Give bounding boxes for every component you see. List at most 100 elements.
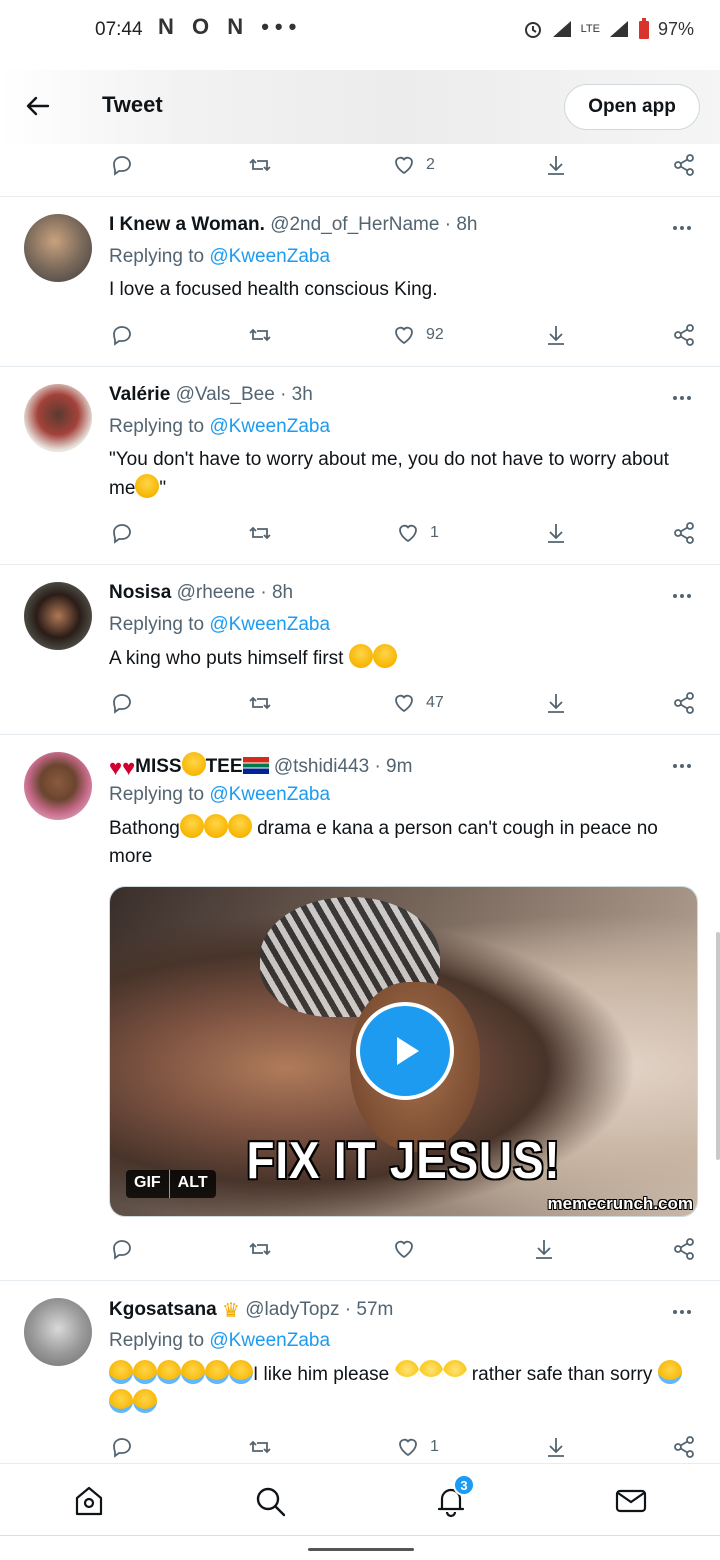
mention-link[interactable]: @KweenZaba <box>209 1330 330 1351</box>
like-icon <box>395 326 413 345</box>
share-button[interactable] <box>672 320 696 350</box>
share-button[interactable] <box>672 1432 696 1462</box>
mask-emoji-icon <box>394 1360 419 1384</box>
tears-of-joy-emoji-icon <box>657 1360 682 1384</box>
home-icon[interactable] <box>72 1484 106 1518</box>
tweet-header-line: I Knew a Woman. @2nd_of_HerName · 8h <box>109 214 477 236</box>
author-name[interactable]: MISS <box>135 756 181 777</box>
heart-emoji-icon: ♥ <box>122 755 136 780</box>
smiling-hearts-emoji-icon <box>181 752 206 776</box>
download-button[interactable] <box>544 688 568 718</box>
avatar[interactable] <box>24 384 92 452</box>
like-button[interactable]: 47 <box>392 688 444 718</box>
mention-link[interactable]: @KweenZaba <box>209 246 330 267</box>
share-button[interactable] <box>672 518 696 548</box>
author-handle[interactable]: @rheene <box>177 582 255 603</box>
reply-button[interactable] <box>110 320 134 350</box>
rofl-emoji-icon <box>203 814 228 838</box>
tweet-time: 3h <box>291 384 313 405</box>
download-button[interactable] <box>544 320 568 350</box>
reply-button[interactable] <box>110 150 134 180</box>
download-icon <box>548 524 564 543</box>
tweet-actions: 47 <box>110 688 700 718</box>
gif-media[interactable]: FIX IT JESUS! memecrunch.com GIF ALT <box>109 886 698 1217</box>
rofl-emoji-icon <box>179 814 204 838</box>
tears-of-joy-emoji-icon <box>109 1389 133 1413</box>
share-button[interactable] <box>672 150 696 180</box>
mask-emoji-icon <box>418 1360 443 1384</box>
download-icon <box>548 694 564 713</box>
like-icon <box>399 1438 417 1457</box>
author-handle[interactable]: @tshidi443 <box>274 756 369 777</box>
tweet-text: Bathong drama e kana a person can't coug… <box>109 814 689 871</box>
retweet-button[interactable] <box>248 518 272 548</box>
retweet-button[interactable] <box>248 1432 272 1462</box>
mention-link[interactable]: @KweenZaba <box>209 784 330 805</box>
messages-icon[interactable] <box>614 1484 648 1518</box>
like-icon <box>395 156 413 175</box>
retweet-button[interactable] <box>248 150 272 180</box>
retweet-button[interactable] <box>248 688 272 718</box>
retweet-icon <box>249 1440 271 1454</box>
reply-button[interactable] <box>110 688 134 718</box>
retweet-button[interactable] <box>248 1234 272 1264</box>
like-button[interactable] <box>392 1234 426 1264</box>
more-icon[interactable] <box>670 584 694 608</box>
more-icon[interactable] <box>670 386 694 410</box>
heart-emoji-icon: ♥ <box>109 755 123 780</box>
mention-link[interactable]: @KweenZaba <box>209 614 330 635</box>
reply-button[interactable] <box>110 1234 134 1264</box>
author-handle[interactable]: @2nd_of_HerName <box>270 214 439 235</box>
gif-watermark: memecrunch.com <box>547 1194 694 1213</box>
like-button[interactable]: 1 <box>396 518 439 548</box>
back-arrow-icon[interactable] <box>24 92 52 120</box>
download-button[interactable] <box>544 518 568 548</box>
rofl-emoji-icon <box>227 814 252 838</box>
tweet-header: Tweet Open app <box>0 70 720 144</box>
like-button[interactable]: 1 <box>396 1432 439 1462</box>
download-button[interactable] <box>532 1234 556 1264</box>
share-button[interactable] <box>672 688 696 718</box>
like-button[interactable]: 2 <box>392 150 435 180</box>
download-button[interactable] <box>544 150 568 180</box>
author-name[interactable]: Valérie <box>109 384 170 405</box>
mention-link[interactable]: @KweenZaba <box>209 416 330 437</box>
scrollbar[interactable] <box>716 932 720 1160</box>
more-icon[interactable] <box>670 216 694 240</box>
play-button[interactable] <box>356 1002 454 1100</box>
author-name-part[interactable]: TEE <box>206 756 243 777</box>
more-icon[interactable] <box>670 754 694 778</box>
author-handle[interactable]: @Vals_Bee <box>176 384 275 405</box>
tweet-text-part: Bathong <box>109 818 180 839</box>
home-indicator[interactable] <box>308 1548 414 1551</box>
like-icon <box>399 524 417 543</box>
avatar[interactable] <box>24 214 92 282</box>
author-handle[interactable]: @ladyTopz <box>245 1299 339 1320</box>
author-name[interactable]: I Knew a Woman. <box>109 214 265 235</box>
gif-label: GIF <box>126 1170 169 1198</box>
like-button[interactable]: 92 <box>392 320 444 350</box>
signal-icon-2 <box>609 21 628 37</box>
avatar[interactable] <box>24 1298 92 1366</box>
share-icon <box>674 154 694 176</box>
like-count: 1 <box>430 524 439 541</box>
tweet-text-part: I like him please <box>253 1364 395 1385</box>
more-icon[interactable] <box>670 1300 694 1324</box>
share-icon <box>674 324 694 346</box>
retweet-button[interactable] <box>248 320 272 350</box>
alt-label[interactable]: ALT <box>168 1170 216 1198</box>
reply-button[interactable] <box>110 518 134 548</box>
search-icon[interactable] <box>253 1484 287 1518</box>
tweet-actions: 1 <box>110 1432 700 1462</box>
tweet-text-part: rather safe than sorry <box>466 1364 658 1385</box>
reply-button[interactable] <box>110 1432 134 1462</box>
author-name[interactable]: Kgosatsana <box>109 1299 217 1320</box>
crown-emoji-icon: ♛ <box>221 1300 240 1322</box>
open-app-button[interactable]: Open app <box>564 84 700 130</box>
download-button[interactable] <box>544 1432 568 1462</box>
replying-label: Replying to <box>109 246 210 267</box>
avatar[interactable] <box>24 752 92 820</box>
avatar[interactable] <box>24 582 92 650</box>
author-name[interactable]: Nosisa <box>109 582 171 603</box>
share-button[interactable] <box>672 1234 696 1264</box>
